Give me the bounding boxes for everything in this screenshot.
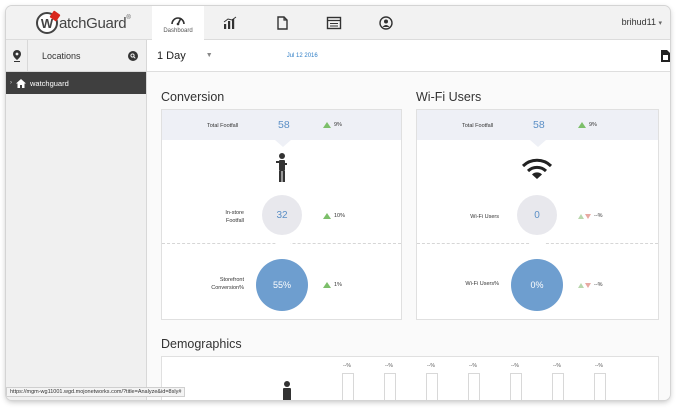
date-picker[interactable]: Jul 12 2016 <box>287 53 318 59</box>
total-footfall-change: 9% <box>578 122 597 128</box>
search-icon[interactable] <box>128 51 138 61</box>
period-dropdown-icon[interactable]: ▼ <box>206 52 213 59</box>
instore-footfall-change: 10% <box>323 213 345 219</box>
dashboard-icon <box>171 16 185 25</box>
total-footfall-change: 9% <box>323 122 342 128</box>
username: brihud11 <box>621 17 656 27</box>
top-bar: W atchGuard® Dashboard brihud11 ▾ <box>6 6 670 40</box>
band-notch <box>530 140 546 147</box>
user-circle-icon <box>379 16 393 30</box>
demographics-bar-label: --% <box>385 363 393 369</box>
instore-footfall-value: 32 <box>262 195 302 235</box>
total-footfall-label: Total Footfall <box>462 123 494 129</box>
location-pin-icon[interactable] <box>6 39 28 72</box>
nav-monitor[interactable] <box>308 6 360 40</box>
divider-notch <box>530 243 546 250</box>
chevron-right-icon[interactable]: › <box>10 80 12 86</box>
trend-neutral-icon <box>578 282 591 288</box>
nav-user-profile[interactable] <box>360 6 412 40</box>
demographics-bar-label: --% <box>343 363 351 369</box>
wifi-users-value: 0 <box>517 195 557 235</box>
demographics-bar <box>468 373 480 400</box>
nav-analytics[interactable] <box>204 6 256 40</box>
storefront-conversion-change: 1% <box>323 282 342 288</box>
divider-notch <box>275 243 291 250</box>
wifi-users-change: --% <box>578 213 603 219</box>
status-bar-url: https://mgm-wg11001.wgd.mojonetworks.com… <box>6 387 186 397</box>
person-icon <box>283 381 291 400</box>
demographics-bar-label: --% <box>595 363 603 369</box>
chevron-down-icon: ▾ <box>658 20 662 27</box>
export-icon[interactable] <box>660 50 670 62</box>
analytics-icon <box>223 16 237 29</box>
sidebar: Locations › watchguard <box>6 39 147 400</box>
trend-up-icon <box>578 122 586 128</box>
demographics-card: --% --% --% --% --% --% --% <box>161 356 659 400</box>
demographics-bar-label: --% <box>427 363 435 369</box>
demographics-bar <box>384 373 396 400</box>
demographics-bar <box>510 373 522 400</box>
main-nav: Dashboard <box>152 6 412 40</box>
period-selector[interactable]: 1 Day <box>157 50 186 62</box>
reports-icon <box>277 16 288 30</box>
demographics-bar-label: --% <box>511 363 519 369</box>
storefront-conversion-value: 55% <box>256 259 308 311</box>
home-icon <box>16 78 26 88</box>
user-menu[interactable]: brihud11 ▾ <box>622 17 662 27</box>
demographics-bar-label: --% <box>553 363 561 369</box>
locations-label: Locations <box>42 50 81 61</box>
wifi-users-pct-value: 0% <box>511 259 563 311</box>
logo-text: atchGuard® <box>59 14 131 32</box>
app-window: W atchGuard® Dashboard brihud11 ▾ Locati… <box>6 6 670 400</box>
nav-dashboard[interactable]: Dashboard <box>152 6 204 40</box>
trend-neutral-icon <box>578 213 591 219</box>
wifi-users-label: Wi-Fi Users <box>470 214 499 220</box>
tree-item-label: watchguard <box>30 78 69 88</box>
person-walking-icon <box>276 153 287 182</box>
instore-footfall-label: In-store Footfall <box>225 210 244 224</box>
total-footfall-value: 58 <box>278 119 290 131</box>
demographics-bar <box>552 373 564 400</box>
logo-mark: W <box>36 12 58 34</box>
trend-up-icon <box>323 213 331 219</box>
demographics-bar <box>342 373 354 400</box>
demographics-bar <box>426 373 438 400</box>
wifi-icon <box>521 158 553 179</box>
storefront-conversion-label: Storefront Conversion% <box>211 277 244 291</box>
total-footfall-value: 58 <box>533 119 545 131</box>
wifi-users-title: Wi-Fi Users <box>416 90 482 104</box>
wifi-users-card: Total Footfall 58 9% Wi-Fi Users 0 --% W… <box>416 109 659 320</box>
conversion-title: Conversion <box>161 90 225 104</box>
nav-reports[interactable] <box>256 6 308 40</box>
time-filter-bar: 1 Day ▼ Jul 12 2016 <box>147 40 670 72</box>
conversion-card: Total Footfall 58 9% In-store Footfall 32… <box>161 109 402 320</box>
trend-up-icon <box>323 122 331 128</box>
watchguard-logo[interactable]: W atchGuard® <box>6 6 146 40</box>
demographics-bar-label: --% <box>469 363 477 369</box>
demographics-title: Demographics <box>161 337 242 351</box>
total-footfall-label: Total Footfall <box>207 123 239 129</box>
location-tree-item-watchguard[interactable]: › watchguard <box>6 72 146 94</box>
monitor-icon <box>326 16 342 30</box>
band-notch <box>275 140 291 147</box>
dashboard-main: 1 Day ▼ Jul 12 2016 Conversion Total Foo… <box>147 40 670 400</box>
locations-header: Locations <box>6 39 146 72</box>
nav-dashboard-label: Dashboard <box>163 27 193 34</box>
wifi-users-pct-change: --% <box>578 282 603 288</box>
trend-up-icon <box>323 282 331 288</box>
demographics-bar <box>594 373 606 400</box>
wifi-users-pct-label: Wi-Fi Users% <box>465 281 499 287</box>
